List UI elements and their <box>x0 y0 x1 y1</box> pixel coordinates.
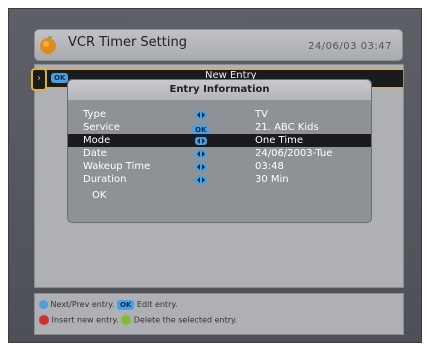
help-line-navigate: Next/Prev entry. OK Edit entry. <box>39 300 178 310</box>
field-label: Mode <box>83 135 111 146</box>
field-type[interactable]: Type TV <box>68 108 371 121</box>
help-text: Edit entry. <box>136 300 178 309</box>
up-down-arrows-icon <box>39 300 48 309</box>
field-value: 21. ABC Kids <box>255 122 319 133</box>
field-wakeup-time[interactable]: Wakeup Time 03:48 <box>68 160 371 173</box>
ok-icon: OK <box>116 300 135 310</box>
help-line-actions: Insert new entry. Delete the selected en… <box>39 315 237 325</box>
help-text: Delete the selected entry. <box>133 315 238 325</box>
field-duration[interactable]: Duration 30 Min <box>68 173 371 186</box>
field-label: Type <box>83 109 106 120</box>
entry-information-dialog: Entry Information Type TV Service OK 21.… <box>67 79 372 223</box>
field-service[interactable]: Service OK 21. ABC Kids <box>68 121 371 135</box>
field-mode[interactable]: Mode One Time <box>68 134 371 147</box>
field-label: Service <box>83 122 120 133</box>
left-right-arrows-icon <box>195 175 207 188</box>
field-value: 03:48 <box>255 161 284 172</box>
title-bar: VCR Timer Setting 24/06/03 03:47 <box>34 29 403 61</box>
page-title: VCR Timer Setting <box>68 35 187 50</box>
field-value: 24/06/2003-Tue <box>255 148 333 159</box>
red-button-icon <box>39 315 49 325</box>
help-text: Next/Prev entry. <box>50 300 115 309</box>
field-label: Date <box>83 148 107 159</box>
ok-button[interactable]: OK <box>92 190 106 201</box>
field-value: One Time <box>255 135 304 146</box>
field-value: 30 Min <box>255 174 289 185</box>
dialog-title: Entry Information <box>68 80 371 100</box>
green-button-icon <box>121 315 132 325</box>
chevron-right-icon: › <box>31 68 47 91</box>
field-date[interactable]: Date 24/06/2003-Tue <box>68 147 371 160</box>
help-panel: Next/Prev entry. OK Edit entry. Insert n… <box>34 293 404 335</box>
datetime: 24/06/03 03:47 <box>308 41 392 52</box>
apple-logo-icon <box>40 36 56 54</box>
field-label: Duration <box>83 174 127 185</box>
field-label: Wakeup Time <box>83 161 151 172</box>
field-value: TV <box>255 109 268 120</box>
ok-icon: OK <box>51 73 69 83</box>
help-text: Insert new entry. <box>51 315 119 325</box>
